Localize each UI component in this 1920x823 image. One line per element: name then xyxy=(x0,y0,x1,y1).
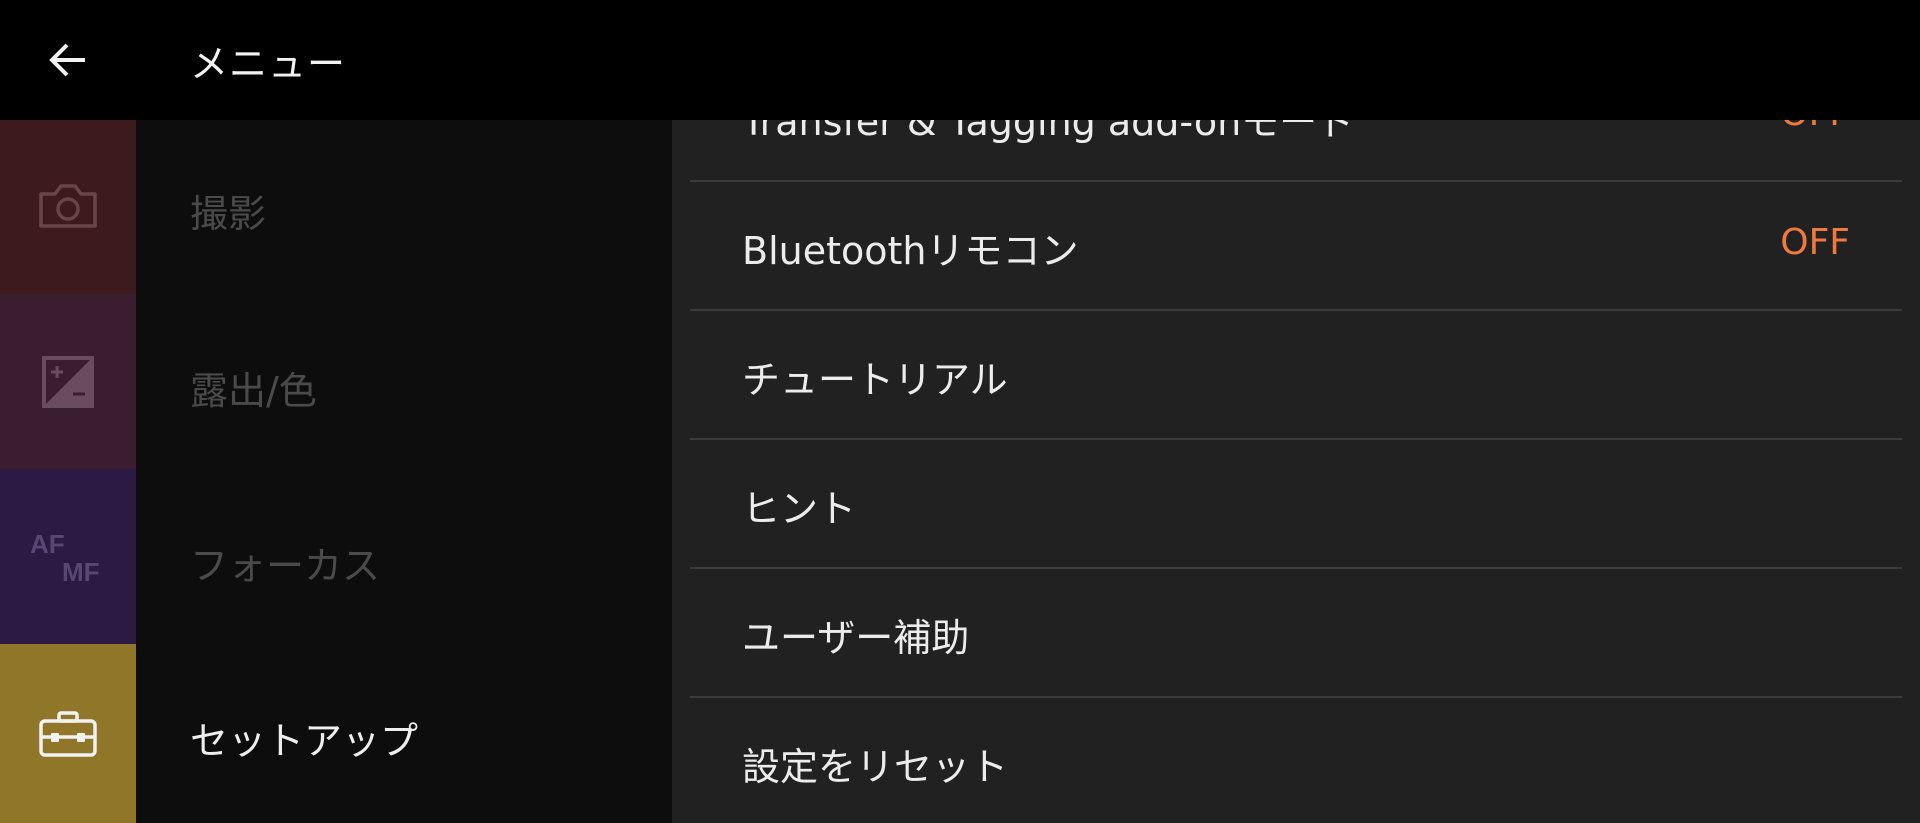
top-bar: メニュー xyxy=(0,0,1920,120)
category-label-focus[interactable]: フォーカス xyxy=(190,535,380,590)
toolbox-icon xyxy=(39,710,97,757)
svg-text:MF: MF xyxy=(62,557,100,587)
category-tile-exposure-color[interactable] xyxy=(0,294,136,469)
settings-list: Transfer & Tagging add-onモード OFF Bluetoo… xyxy=(672,0,1920,823)
camera-icon xyxy=(39,184,97,228)
page-title: メニュー xyxy=(190,41,347,86)
setting-label: ヒント xyxy=(742,487,857,531)
setting-hints[interactable]: ヒント xyxy=(690,439,1902,569)
setting-bluetooth-remote[interactable]: Bluetoothリモコン OFF xyxy=(690,181,1902,311)
category-tile-shooting[interactable] xyxy=(0,116,136,294)
category-tile-setup[interactable] xyxy=(0,644,136,823)
category-rail: AF MF xyxy=(0,116,136,823)
setting-label: ユーザー補助 xyxy=(742,616,970,660)
category-list: 撮影 露出/色 フォーカス セットアップ xyxy=(136,120,672,823)
setting-label: Bluetoothリモコン xyxy=(742,229,1079,273)
setting-value: OFF xyxy=(1780,222,1850,263)
category-tile-focus[interactable]: AF MF xyxy=(0,469,136,644)
exposure-compensation-icon xyxy=(42,355,94,408)
setting-tutorial[interactable]: チュートリアル xyxy=(690,310,1902,440)
category-label-exposure-color[interactable]: 露出/色 xyxy=(190,360,317,415)
setting-reset[interactable]: 設定をリセット xyxy=(690,697,1902,823)
setting-accessibility[interactable]: ユーザー補助 xyxy=(690,568,1902,698)
menu-screen: Transfer & Tagging add-onモード OFF Bluetoo… xyxy=(0,0,1920,823)
setting-label: 設定をリセット xyxy=(742,745,1009,789)
svg-text:AF: AF xyxy=(30,529,65,559)
back-button[interactable] xyxy=(0,0,136,120)
setting-label: チュートリアル xyxy=(742,358,1008,402)
arrow-left-icon xyxy=(49,43,85,77)
af-mf-icon: AF MF xyxy=(30,529,100,587)
category-label-shooting[interactable]: 撮影 xyxy=(190,183,266,238)
category-label-setup[interactable]: セットアップ xyxy=(190,710,418,765)
